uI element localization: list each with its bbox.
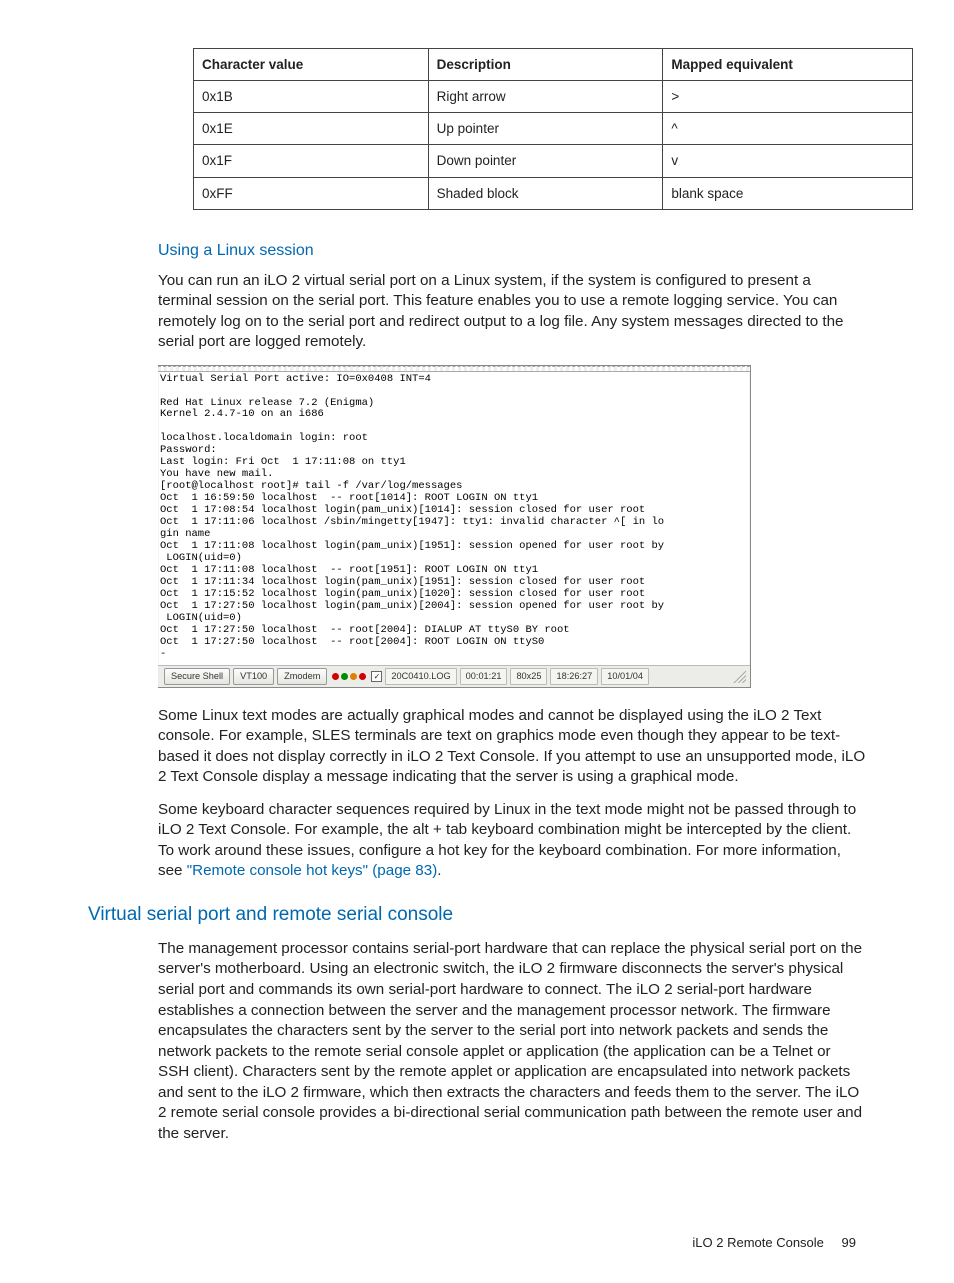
terminal-screenshot: Virtual Serial Port active: IO=0x0408 IN… — [158, 365, 751, 688]
cell: v — [663, 145, 913, 177]
status-date: 10/01/04 — [601, 668, 649, 685]
char-value-table: Character value Description Mapped equiv… — [193, 48, 913, 210]
status-size: 80x25 — [510, 668, 547, 685]
paragraph: Some keyboard character sequences requir… — [158, 800, 866, 882]
th-description: Description — [428, 49, 663, 81]
cell: Right arrow — [428, 81, 663, 113]
status-logfile: 20C0410.LOG — [385, 668, 456, 685]
th-char-value: Character value — [194, 49, 429, 81]
page-footer: iLO 2 Remote Console 99 — [88, 1234, 866, 1252]
status-elapsed: 00:01:21 — [460, 668, 508, 685]
cell: Down pointer — [428, 145, 663, 177]
paragraph: Some Linux text modes are actually graph… — [158, 706, 866, 788]
status-zmodem-button[interactable]: Zmodem — [277, 668, 327, 685]
table-row: 0x1B Right arrow > — [194, 81, 913, 113]
paragraph-text: . — [437, 862, 441, 879]
table-row: 0x1F Down pointer v — [194, 145, 913, 177]
status-led-group — [330, 673, 370, 680]
cell: 0x1E — [194, 113, 429, 145]
table-row: 0xFF Shaded block blank space — [194, 177, 913, 209]
status-secure-shell-button[interactable]: Secure Shell — [164, 668, 230, 685]
led-icon — [341, 673, 348, 680]
cell: 0x1F — [194, 145, 429, 177]
cell: Up pointer — [428, 113, 663, 145]
led-icon — [359, 673, 366, 680]
link-remote-hot-keys[interactable]: "Remote console hot keys" (page 83) — [187, 862, 438, 879]
heading-virtual-serial-port: Virtual serial port and remote serial co… — [88, 902, 866, 929]
footer-page-number: 99 — [842, 1235, 856, 1250]
terminal-status-bar: Secure Shell VT100 Zmodem ✓ 20C0410.LOG … — [158, 665, 750, 687]
terminal-output: Virtual Serial Port active: IO=0x0408 IN… — [158, 372, 750, 665]
cell: ^ — [663, 113, 913, 145]
cell: Shaded block — [428, 177, 663, 209]
cell: blank space — [663, 177, 913, 209]
table-row: 0x1E Up pointer ^ — [194, 113, 913, 145]
status-vt100-button[interactable]: VT100 — [233, 668, 274, 685]
paragraph: The management processor contains serial… — [158, 939, 866, 1144]
cell: 0x1B — [194, 81, 429, 113]
status-time: 18:26:27 — [550, 668, 598, 685]
led-icon — [350, 673, 357, 680]
cell: 0xFF — [194, 177, 429, 209]
footer-section: iLO 2 Remote Console — [692, 1235, 824, 1250]
resize-grip-icon[interactable] — [732, 669, 746, 683]
cell: > — [663, 81, 913, 113]
heading-linux-session: Using a Linux session — [158, 240, 866, 263]
led-icon — [332, 673, 339, 680]
log-checkbox[interactable]: ✓ — [371, 671, 382, 682]
paragraph: You can run an iLO 2 virtual serial port… — [158, 271, 866, 353]
th-mapped: Mapped equivalent — [663, 49, 913, 81]
